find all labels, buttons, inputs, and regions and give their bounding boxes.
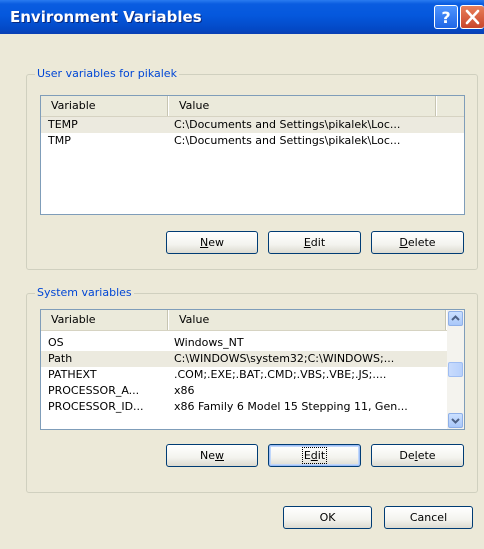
- ok-button-label: OK: [319, 511, 336, 524]
- variable-cell: Path: [48, 352, 73, 365]
- ok-button[interactable]: OK: [283, 506, 372, 529]
- table-row[interactable]: TMP C:\Documents and Settings\pikalek\Lo…: [41, 133, 464, 149]
- value-cell: x86 Family 6 Model 15 Stepping 11, Gen..…: [174, 400, 408, 413]
- variable-cell: PATHEXT: [48, 368, 97, 381]
- table-row[interactable]: PROCESSOR_ID... x86 Family 6 Model 15 St…: [41, 399, 447, 415]
- user-new-button-label: New: [200, 236, 224, 249]
- system-delete-button-label: Delete: [399, 449, 436, 462]
- arrow-up-icon: [451, 315, 460, 321]
- close-x-icon: [465, 9, 480, 25]
- variable-cell: PROCESSOR_A...: [48, 384, 140, 397]
- user-list-header: Variable Value: [41, 96, 464, 117]
- value-cell: x86: [174, 384, 195, 397]
- system-new-button[interactable]: New: [166, 444, 258, 467]
- system-variables-label: System variables: [35, 286, 134, 299]
- cancel-button-label: Cancel: [409, 511, 448, 524]
- value-cell: .COM;.EXE;.BAT;.CMD;.VBS;.VBE;.JS;....: [174, 368, 387, 381]
- close-button[interactable]: [460, 5, 484, 29]
- value-cell: C:\Documents and Settings\pikalek\Loc...: [174, 134, 401, 147]
- table-row[interactable]: TEMP C:\Documents and Settings\pikalek\L…: [41, 117, 464, 133]
- window-title: Environment Variables: [10, 8, 202, 26]
- scroll-thumb[interactable]: [448, 362, 463, 377]
- table-row[interactable]: PROCESSOR_A... x86: [41, 383, 447, 399]
- system-edit-button[interactable]: Edit: [268, 444, 361, 467]
- value-cell: Windows_NT: [174, 336, 244, 349]
- user-new-button[interactable]: New: [166, 231, 258, 254]
- system-new-button-label: New: [200, 449, 224, 462]
- variable-cell: OS: [48, 336, 64, 349]
- column-header-value[interactable]: Value: [169, 310, 447, 330]
- help-button[interactable]: ?: [434, 5, 458, 29]
- cancel-button[interactable]: Cancel: [384, 506, 473, 529]
- scroll-up-button[interactable]: [448, 311, 463, 326]
- user-variables-label: User variables for pikalek: [35, 67, 179, 80]
- user-variables-list[interactable]: Variable Value TEMP C:\Documents and Set…: [40, 95, 465, 215]
- variable-cell: PROCESSOR_ID...: [48, 400, 144, 413]
- vertical-scrollbar[interactable]: [447, 310, 464, 429]
- column-header-variable[interactable]: Variable: [41, 310, 169, 330]
- table-row[interactable]: OS Windows_NT: [41, 335, 447, 351]
- user-edit-button-label: Edit: [303, 236, 326, 249]
- user-edit-button[interactable]: Edit: [268, 231, 361, 254]
- system-edit-button-label: Edit: [301, 447, 328, 464]
- user-delete-button[interactable]: Delete: [371, 231, 464, 254]
- table-row[interactable]: Path C:\WINDOWS\system32;C:\WINDOWS;...: [41, 351, 447, 367]
- variable-cell: TMP: [48, 134, 71, 147]
- column-header-value[interactable]: Value: [169, 96, 437, 116]
- user-delete-button-label: Delete: [399, 236, 436, 249]
- table-row[interactable]: PATHEXT .COM;.EXE;.BAT;.CMD;.VBS;.VBE;.J…: [41, 367, 447, 383]
- title-bar[interactable]: Environment Variables ?: [0, 0, 484, 34]
- variable-cell: TEMP: [48, 118, 78, 131]
- svg-text:?: ?: [441, 8, 450, 27]
- column-header-variable[interactable]: Variable: [41, 96, 169, 116]
- scroll-down-button[interactable]: [448, 413, 463, 428]
- arrow-down-icon: [451, 418, 460, 424]
- value-cell: C:\Documents and Settings\pikalek\Loc...: [174, 118, 401, 131]
- value-cell: C:\WINDOWS\system32;C:\WINDOWS;...: [174, 352, 395, 365]
- environment-variables-dialog: Environment Variables ? User variables f…: [0, 0, 484, 549]
- system-delete-button[interactable]: Delete: [371, 444, 464, 467]
- question-mark-icon: ?: [441, 8, 450, 27]
- system-list-header: Variable Value: [41, 310, 447, 331]
- dialog-body: User variables for pikalek Variable Valu…: [0, 34, 484, 549]
- system-variables-list[interactable]: Variable Value OS Windows_NT Path C:\WIN…: [40, 309, 465, 430]
